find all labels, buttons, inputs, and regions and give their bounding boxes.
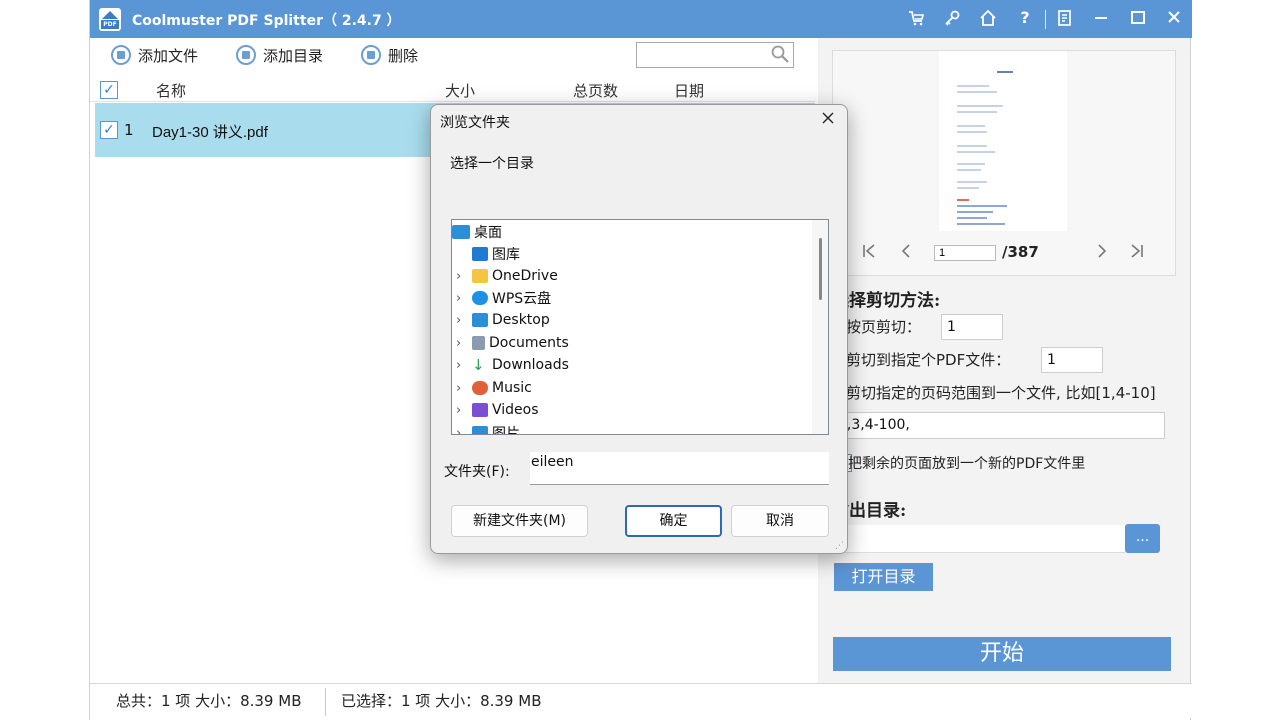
split-by-page-option[interactable]: 按页剪切： (846, 316, 921, 337)
prev-page-icon[interactable] (899, 241, 913, 266)
expand-arrow-icon[interactable]: › (456, 336, 461, 351)
next-page-icon[interactable] (1095, 241, 1109, 266)
tree-item-videos[interactable]: › Videos (452, 399, 652, 421)
add-folder-icon (236, 45, 256, 65)
start-button[interactable]: 开始 (833, 637, 1171, 671)
tree-item-gallery[interactable]: 图库 (472, 243, 520, 265)
folder-name-input[interactable]: eileen (530, 452, 829, 485)
cart-icon[interactable] (905, 9, 927, 31)
tree-item-wps-cloud[interactable]: › WPS云盘 (452, 287, 652, 309)
column-pages[interactable]: 总页数 (573, 80, 618, 101)
output-path-input[interactable] (832, 525, 1125, 553)
music-icon (472, 381, 488, 395)
add-file-button[interactable]: 添加文件 (111, 44, 198, 66)
row-index: 1 (124, 121, 134, 139)
tree-item-pictures[interactable]: › 图片 (452, 422, 652, 435)
status-bar: 总共：1 项 大小：8.39 MB 已选择：1 项 大小：8.39 MB (90, 683, 1192, 718)
split-method-title: 选择剪切方法: (832, 291, 941, 311)
minimize-icon[interactable] (1090, 9, 1112, 29)
ok-button[interactable]: 确定 (625, 505, 722, 537)
new-folder-button[interactable]: 新建文件夹(M) (451, 505, 588, 537)
total-pages: /387 (1002, 243, 1039, 261)
status-selected: 已选择：1 项 大小：8.39 MB (341, 692, 542, 710)
folder-icon (472, 269, 488, 283)
pages-per-file-input[interactable]: 1 (941, 314, 1003, 340)
status-total: 总共：1 项 大小：8.39 MB (116, 692, 302, 710)
resize-grip-icon[interactable]: ⋰ (835, 541, 844, 551)
pictures-icon (472, 426, 488, 434)
settings-panel: /387 选择剪切方法: 按页剪切： 1 剪切到指定个PDF文件： 1 剪切指定… (818, 38, 1190, 683)
tree-item-onedrive[interactable]: › OneDrive (452, 265, 652, 287)
file-count-input[interactable]: 1 (1041, 347, 1103, 373)
first-page-icon[interactable] (861, 241, 877, 266)
app-title: Coolmuster PDF Splitter（ 2.4.7 ） (132, 13, 401, 29)
dialog-close-icon[interactable] (821, 110, 835, 130)
page-thumbnail (939, 51, 1067, 231)
tree-item-documents[interactable]: › Documents (452, 332, 652, 354)
documents-icon (472, 336, 485, 350)
toolbar: 添加文件 添加目录 删除 (90, 38, 818, 74)
expand-arrow-icon[interactable]: › (456, 381, 461, 396)
expand-arrow-icon[interactable]: › (456, 269, 461, 284)
videos-icon (472, 403, 488, 417)
folder-name-label: 文件夹(F): (444, 464, 510, 480)
app-logo: PDF (99, 8, 121, 31)
add-folder-button[interactable]: 添加目录 (236, 44, 323, 66)
home-icon[interactable] (977, 9, 999, 31)
key-icon[interactable] (941, 9, 963, 31)
search-icon[interactable] (770, 44, 790, 68)
split-by-count-option[interactable]: 剪切到指定个PDF文件： (846, 349, 1010, 370)
close-icon[interactable] (1163, 9, 1185, 29)
expand-arrow-icon[interactable]: › (456, 403, 461, 418)
folder-tree[interactable]: 桌面 图库 › OneDrive › WPS云盘 › Desktop › Doc… (451, 219, 829, 435)
expand-arrow-icon[interactable]: › (456, 291, 461, 306)
delete-button[interactable]: 删除 (361, 44, 418, 66)
column-size[interactable]: 大小 (445, 80, 475, 101)
desktop-folder-icon (452, 225, 470, 239)
feedback-icon[interactable] (1054, 9, 1076, 31)
help-icon[interactable]: ? (1014, 8, 1036, 27)
add-folder-label: 添加目录 (263, 46, 324, 65)
page-number-input[interactable] (934, 245, 996, 261)
title-bar: PDF Coolmuster PDF Splitter（ 2.4.7 ） ? (90, 0, 1192, 38)
select-all-checkbox[interactable]: ✓ (100, 81, 118, 99)
gallery-icon (472, 247, 488, 261)
delete-label: 删除 (388, 46, 419, 65)
expand-arrow-icon[interactable]: › (456, 313, 461, 328)
remaining-pages-label: 把剩余的页面放到一个新的PDF文件里 (848, 456, 1086, 472)
page-navigator: /387 (833, 237, 1177, 267)
split-by-range-option[interactable]: 剪切指定的页码范围到一个文件, 比如[1,4-10] (846, 382, 1156, 403)
add-file-icon (111, 45, 131, 65)
expand-arrow-icon[interactable]: › (456, 358, 461, 373)
file-list-header: ✓ 名称 大小 总页数 日期 (90, 76, 815, 102)
tree-item-music[interactable]: › Music (452, 377, 652, 399)
cloud-icon (472, 291, 488, 305)
trash-icon (361, 45, 381, 65)
tree-item-desktop[interactable]: › Desktop (452, 309, 652, 331)
row-file-name: Day1-30 讲义.pdf (152, 124, 268, 141)
page-range-input[interactable]: 2,3,4-100, (832, 412, 1165, 439)
row-checkbox[interactable]: ✓ (100, 121, 118, 139)
tree-scrollbar[interactable] (812, 220, 828, 434)
tree-item-desktop-root[interactable]: 桌面 (452, 221, 502, 243)
desktop-icon (472, 313, 488, 327)
maximize-icon[interactable] (1127, 9, 1149, 29)
download-icon: ↓ (472, 356, 485, 374)
tree-item-downloads[interactable]: › ↓ Downloads (452, 354, 652, 376)
column-date[interactable]: 日期 (674, 80, 704, 101)
last-page-icon[interactable] (1129, 241, 1145, 266)
browse-button[interactable]: ... (1125, 524, 1160, 553)
expand-arrow-icon[interactable]: › (456, 426, 461, 435)
browse-folder-dialog: 浏览文件夹 选择一个目录 桌面 图库 › OneDrive › WPS云盘 › … (430, 104, 848, 554)
dialog-title: 浏览文件夹 (440, 115, 510, 131)
search-input[interactable] (636, 42, 794, 68)
column-name[interactable]: 名称 (156, 80, 186, 101)
open-folder-button[interactable]: 打开目录 (834, 563, 933, 591)
cancel-button[interactable]: 取消 (731, 505, 829, 537)
pdf-preview: /387 (832, 50, 1176, 276)
add-file-label: 添加文件 (138, 46, 199, 65)
dialog-prompt: 选择一个目录 (450, 156, 534, 172)
